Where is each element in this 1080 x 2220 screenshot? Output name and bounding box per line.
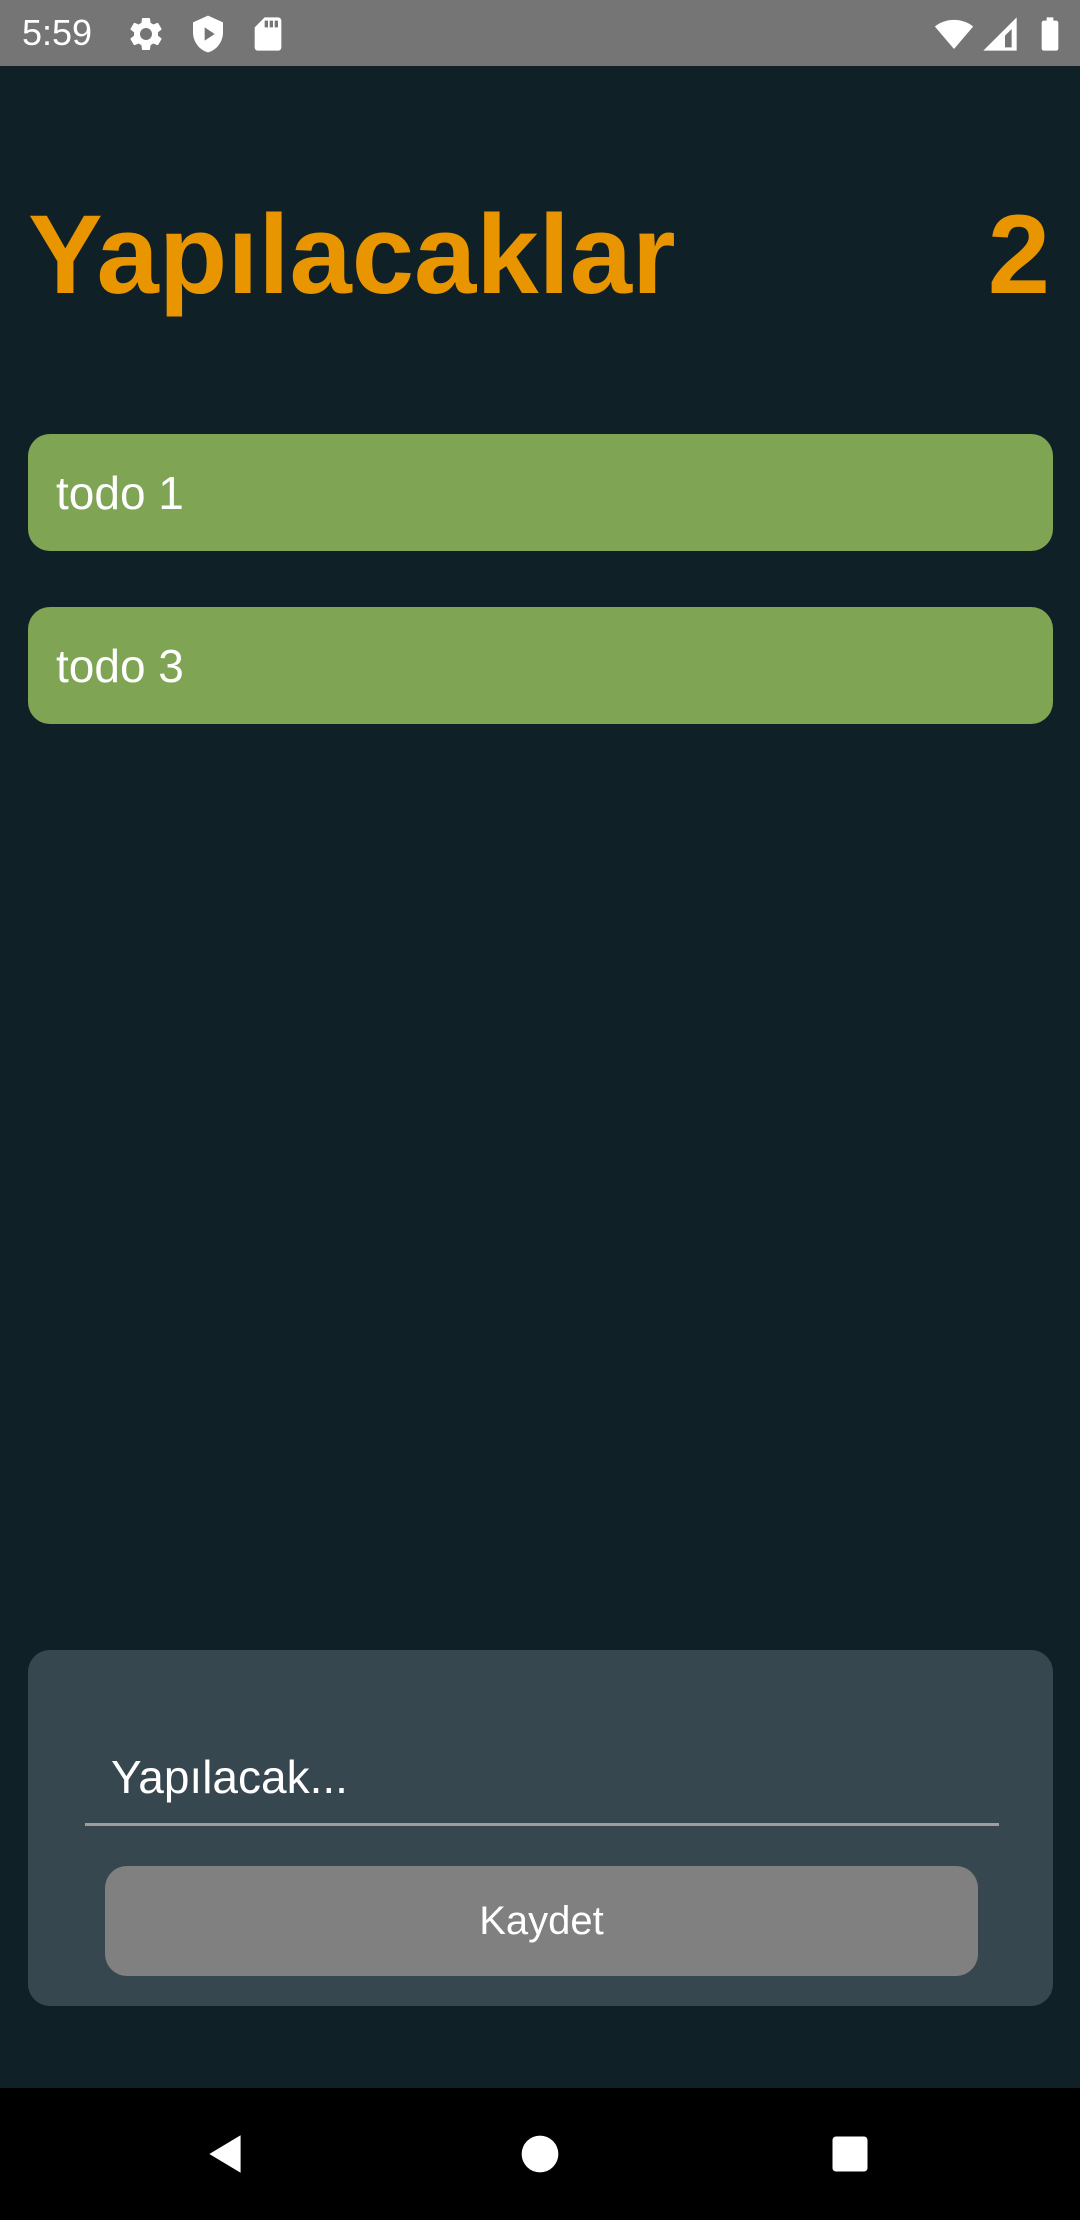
wifi-icon <box>934 14 974 54</box>
todo-input[interactable] <box>85 1730 999 1826</box>
page-title: Yapılacaklar <box>28 192 676 317</box>
sd-card-icon <box>248 14 288 54</box>
todo-item-label: todo 3 <box>56 639 184 692</box>
status-bar: 5:59 <box>0 0 1080 66</box>
todo-item[interactable]: todo 3 <box>28 607 1053 724</box>
save-button[interactable]: Kaydet <box>105 1866 978 1976</box>
battery-icon <box>1030 14 1070 54</box>
shield-play-icon <box>188 14 228 54</box>
back-icon[interactable] <box>186 2114 266 2194</box>
todo-list: todo 1 todo 3 <box>28 434 1053 780</box>
add-todo-form: Kaydet <box>28 1650 1053 2006</box>
signal-icon <box>980 14 1020 54</box>
todo-item-label: todo 1 <box>56 466 184 519</box>
navigation-bar <box>0 2088 1080 2220</box>
status-time: 5:59 <box>22 12 93 53</box>
recents-icon[interactable] <box>810 2114 890 2194</box>
gear-icon <box>126 14 166 54</box>
todo-item[interactable]: todo 1 <box>28 434 1053 551</box>
todo-count-badge: 2 <box>987 192 1050 317</box>
home-icon[interactable] <box>500 2114 580 2194</box>
